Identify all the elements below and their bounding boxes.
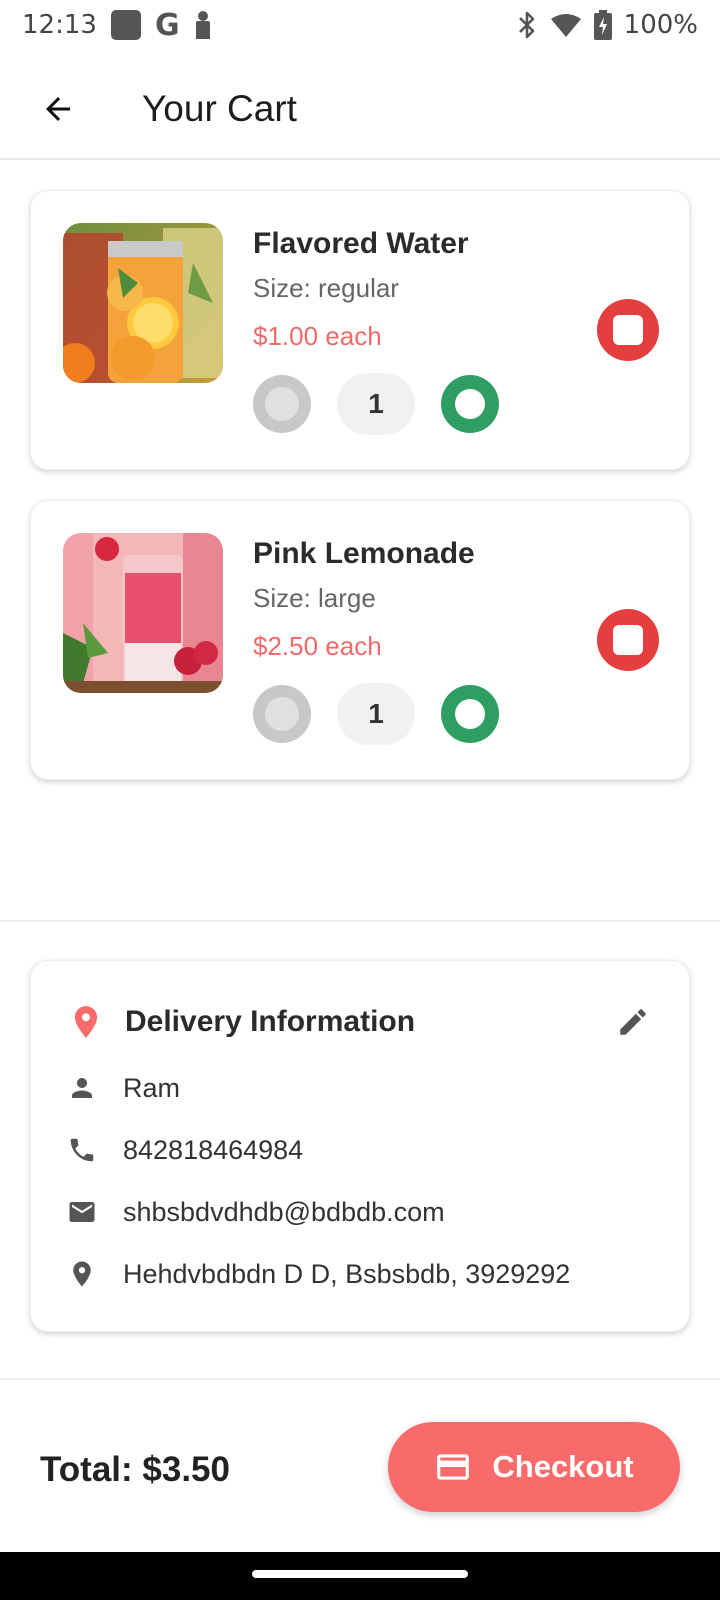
delivery-title: Delivery Information	[125, 1005, 416, 1038]
delivery-phone: 842818464984	[123, 1134, 304, 1165]
status-time: 12:13	[22, 10, 97, 40]
cart-item-card: Pink Lemonade Size: large $2.50 each 1	[30, 500, 690, 780]
google-icon: G	[154, 7, 180, 43]
cart-item-card: Flavored Water Size: regular $1.00 each …	[30, 190, 690, 470]
home-gesture-handle[interactable]	[252, 1570, 468, 1578]
delivery-header: Delivery Information	[67, 997, 653, 1047]
pencil-icon	[620, 1009, 646, 1035]
credit-card-icon	[437, 1454, 470, 1480]
product-image	[63, 533, 223, 693]
decrease-quantity-button[interactable]	[253, 375, 311, 433]
product-size: Size: regular	[253, 273, 399, 303]
battery-percent: 100%	[623, 10, 698, 40]
product-price: $2.50 each	[253, 631, 382, 661]
product-name: Pink Lemonade	[253, 537, 475, 570]
checkout-bar: Total: $3.50 Checkout	[0, 1380, 720, 1552]
checkout-label: Checkout	[492, 1449, 634, 1484]
product-image	[63, 223, 223, 383]
delivery-name: Ram	[123, 1072, 181, 1103]
email-icon	[65, 1195, 99, 1229]
bluetooth-icon	[518, 11, 534, 39]
delivery-phone-row: 842818464984	[65, 1133, 303, 1167]
delivery-info-card: Delivery Information Ram 842818464984 sh…	[30, 960, 690, 1332]
battery-charging-icon	[593, 10, 612, 40]
product-size: Size: large	[253, 583, 376, 613]
arrow-back-icon	[46, 97, 70, 121]
remove-item-button[interactable]	[597, 609, 659, 671]
phone-icon	[65, 1133, 99, 1167]
quantity-value: 1	[337, 683, 415, 745]
person-icon	[65, 1071, 99, 1105]
delivery-address: Hehdvbdbdn D D, Bsbsbdb, 3929292	[123, 1258, 571, 1289]
increase-quantity-button[interactable]	[441, 685, 499, 743]
product-price: $1.00 each	[253, 321, 382, 351]
keyhole-icon	[194, 11, 212, 39]
edit-delivery-button[interactable]	[613, 1002, 653, 1042]
remove-item-button[interactable]	[597, 299, 659, 361]
delete-icon	[613, 315, 643, 345]
plus-icon	[455, 699, 485, 729]
divider	[0, 920, 720, 922]
minus-icon	[265, 387, 299, 421]
checkout-button[interactable]: Checkout	[388, 1422, 680, 1512]
cart-total: Total: $3.50	[40, 1450, 230, 1489]
minus-icon	[265, 697, 299, 731]
status-bar: 12:13 G 100%	[0, 0, 720, 50]
increase-quantity-button[interactable]	[441, 375, 499, 433]
delivery-address-row: Hehdvbdbdn D D, Bsbsbdb, 3929292	[65, 1257, 570, 1291]
product-name: Flavored Water	[253, 227, 469, 260]
system-nav-bar	[0, 1552, 720, 1600]
delivery-name-row: Ram	[65, 1071, 180, 1105]
quantity-stepper: 1	[253, 373, 499, 435]
location-pin-icon	[74, 1006, 98, 1038]
quantity-value: 1	[337, 373, 415, 435]
square-notification-icon	[110, 10, 141, 40]
app-bar: Your Cart	[0, 60, 720, 160]
delivery-email-row: shbsbdvdhdb@bdbdb.com	[65, 1195, 445, 1229]
plus-icon	[455, 389, 485, 419]
delete-icon	[613, 625, 643, 655]
quantity-stepper: 1	[253, 683, 499, 745]
decrease-quantity-button[interactable]	[253, 685, 311, 743]
wifi-icon	[550, 14, 581, 37]
page-title: Your Cart	[142, 88, 297, 129]
place-icon	[65, 1257, 99, 1291]
delivery-email: shbsbdvdhdb@bdbdb.com	[123, 1196, 445, 1227]
back-button[interactable]	[28, 79, 88, 139]
